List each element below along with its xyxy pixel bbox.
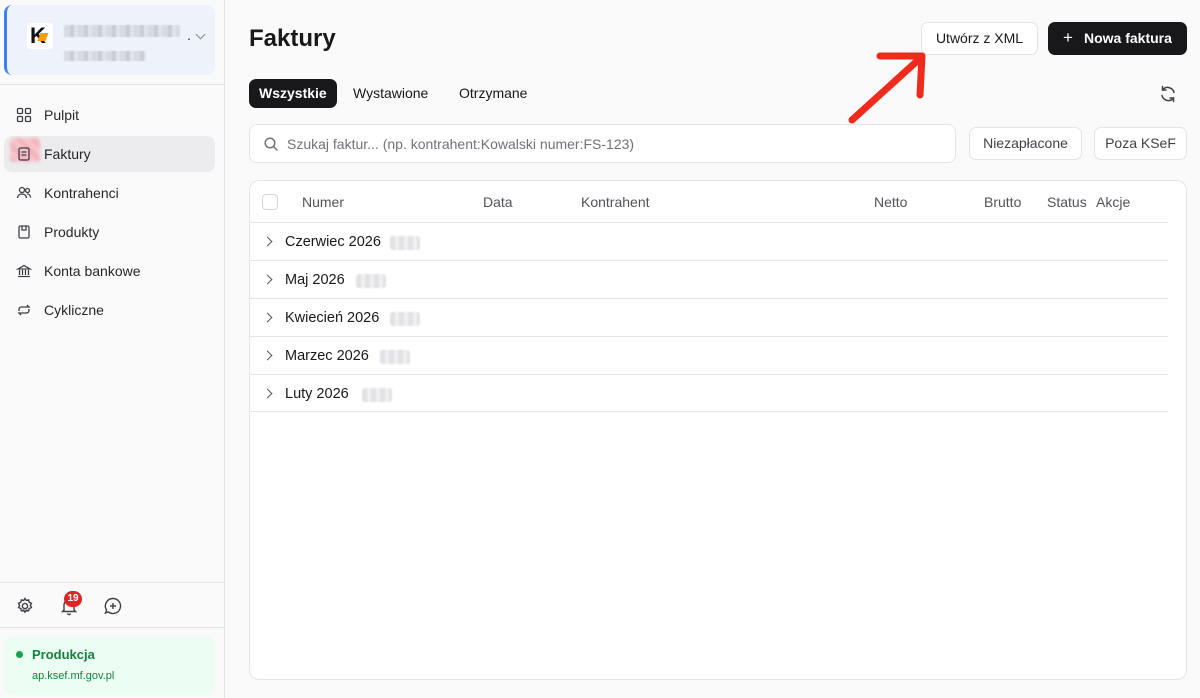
gear-icon[interactable]: [15, 596, 35, 616]
invoice-icon: [18, 147, 30, 161]
select-all-checkbox[interactable]: [262, 194, 278, 210]
sidebar-item-label: Konta bankowe: [44, 263, 141, 279]
page-title: Faktury: [249, 25, 336, 52]
new-invoice-button[interactable]: + Nowa faktura: [1048, 22, 1187, 55]
column-header-akcje: Akcje: [1096, 194, 1131, 210]
search-box: [249, 124, 956, 163]
filter-unpaid-button[interactable]: Niezapłacone: [969, 127, 1082, 160]
table-group-row[interactable]: Czerwiec 2026: [250, 222, 1168, 260]
filter-outside-ksef-button[interactable]: Poza KSeF: [1094, 127, 1187, 160]
status-dot-icon: [16, 651, 23, 658]
notification-badge: 19: [64, 591, 82, 607]
chevron-down-icon: [195, 29, 206, 40]
group-count-redacted: [390, 236, 420, 250]
sidebar-item-label: Kontrahenci: [44, 185, 119, 201]
chevron-right-icon: [262, 236, 273, 247]
chevron-right-icon: [262, 350, 273, 361]
group-count-redacted: [390, 312, 420, 326]
app-logo: K: [27, 23, 53, 49]
column-header-numer[interactable]: Numer: [302, 194, 344, 210]
chat-plus-icon[interactable]: [103, 596, 123, 616]
environment-indicator: Produkcja ap.ksef.mf.gov.pl: [4, 637, 215, 695]
search-icon: [264, 137, 278, 151]
tab-wszystkie[interactable]: Wszystkie: [249, 79, 337, 108]
group-count-redacted: [362, 388, 392, 402]
sidebar-item-label: Pulpit: [44, 107, 80, 123]
sidebar: K . Pulpit Faktury Kontrahenci Produkty …: [0, 0, 225, 698]
column-header-data[interactable]: Data: [483, 194, 513, 210]
chevron-right-icon: [262, 312, 273, 323]
bank-icon: [16, 264, 32, 278]
refresh-icon[interactable]: [1158, 84, 1178, 104]
sidebar-item-label: Cykliczne: [44, 302, 104, 318]
plus-icon: +: [1063, 28, 1073, 47]
environment-url: ap.ksef.mf.gov.pl: [32, 670, 115, 682]
sidebar-item-kontrahenci[interactable]: Kontrahenci: [4, 175, 215, 211]
column-header-status[interactable]: Status: [1047, 194, 1087, 210]
invoices-table: Numer Data Kontrahent Netto Brutto Statu…: [249, 180, 1187, 680]
organization-switcher[interactable]: K .: [4, 5, 215, 75]
column-header-kontrahent[interactable]: Kontrahent: [581, 194, 650, 210]
sidebar-item-konta-bankowe[interactable]: Konta bankowe: [4, 253, 215, 289]
grid-icon: [16, 107, 32, 123]
sidebar-item-produkty[interactable]: Produkty: [4, 214, 215, 250]
table-group-row[interactable]: Luty 2026: [250, 374, 1168, 412]
column-header-brutto[interactable]: Brutto: [984, 194, 1021, 210]
search-input[interactable]: [287, 134, 937, 154]
table-group-row[interactable]: Maj 2026: [250, 260, 1168, 298]
environment-name: Produkcja: [32, 647, 95, 662]
table-group-row[interactable]: Marzec 2026: [250, 336, 1168, 374]
sidebar-item-pulpit[interactable]: Pulpit: [4, 97, 215, 133]
box-icon: [18, 225, 30, 239]
repeat-icon: [17, 304, 31, 316]
group-count-redacted: [356, 274, 386, 288]
organization-name-redacted: [64, 25, 180, 37]
tab-otrzymane[interactable]: Otrzymane: [459, 79, 527, 108]
users-icon: [16, 186, 32, 199]
sidebar-item-faktury[interactable]: Faktury: [4, 136, 215, 172]
table-group-row[interactable]: Kwiecień 2026: [250, 298, 1168, 336]
sidebar-item-label: Produkty: [44, 224, 100, 240]
sidebar-footer-actions: 19: [0, 590, 224, 620]
column-header-netto[interactable]: Netto: [874, 194, 907, 210]
chevron-right-icon: [262, 274, 273, 285]
tab-wystawione[interactable]: Wystawione: [353, 79, 428, 108]
red-arrow-annotation: [848, 52, 926, 124]
organization-nip-redacted: [64, 51, 146, 61]
chevron-right-icon: [262, 388, 273, 399]
sidebar-item-label: Faktury: [44, 146, 91, 162]
sidebar-item-cykliczne[interactable]: Cykliczne: [4, 292, 215, 328]
group-count-redacted: [380, 350, 410, 364]
